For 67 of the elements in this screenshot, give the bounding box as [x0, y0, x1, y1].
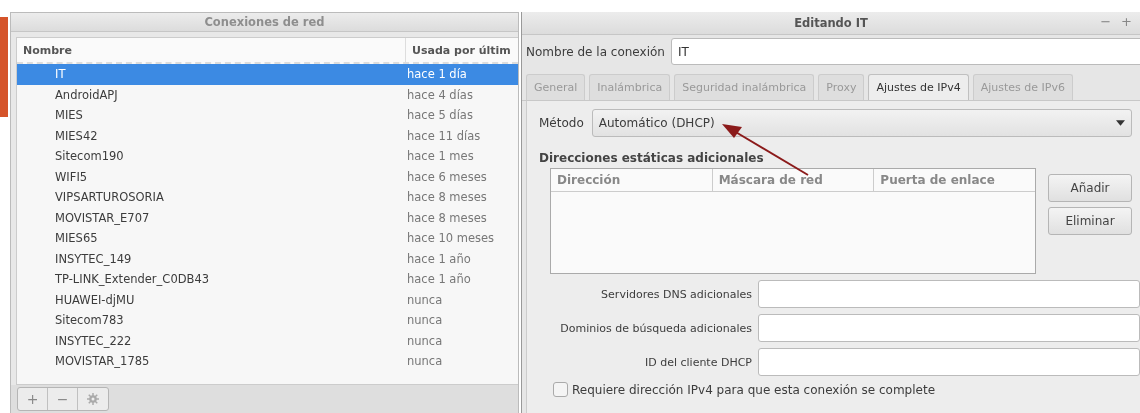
table-cell-text: MIES [54, 108, 84, 123]
input-field[interactable] [758, 314, 1140, 342]
caret-icon [1116, 120, 1125, 126]
table-cell-text: hace 6 meses [406, 169, 487, 184]
dropdown[interactable]: Automático (DHCP) [591, 109, 1132, 137]
field-label: Servidores DNS adicionales [600, 287, 752, 301]
table-cell-text: hace 10 meses [406, 231, 494, 246]
checkbox-label: Requiere dirección IPv4 para que esta conexión se complete [572, 382, 936, 397]
table-cell-text: hace 1 año [406, 272, 471, 287]
remove-button[interactable]: Eliminar [1048, 207, 1132, 235]
table-cell-text: HUAWEI-djMU [54, 292, 136, 307]
input-field[interactable] [758, 280, 1140, 308]
list-row[interactable]: INSYTEC_149 hace 1 año [17, 248, 518, 269]
table-cell-text: hace 8 meses [406, 190, 487, 205]
table-cell-text: WIFI5 [54, 169, 89, 184]
list-row[interactable]: MIES hace 5 días [17, 105, 518, 126]
add-button[interactable]: Añadir [1048, 174, 1132, 202]
input-field[interactable]: IT [670, 38, 1140, 65]
list-row[interactable]: MIES65 hace 10 meses [17, 228, 518, 249]
table-cell-text: hace 8 meses [406, 210, 487, 225]
table-cell-text: IT [54, 67, 67, 82]
list-row[interactable]: HUAWEI-djMU nunca [17, 289, 518, 310]
table-cell-text: hace 4 días [406, 87, 473, 102]
table-cell-text: Sitecom190 [54, 149, 125, 164]
list-row[interactable]: WIFI5 hace 6 meses [17, 166, 518, 187]
table-cell-text: hace 5 días [406, 108, 473, 123]
table-cell-text: MOVISTAR_E707 [54, 210, 151, 225]
list-row[interactable]: TP-LINK_Extender_C0DB43 hace 1 año [17, 269, 518, 290]
table-cell-text: hace 11 días [406, 128, 481, 143]
list-row[interactable]: MOVISTAR_1785 nunca [17, 351, 518, 372]
checkbox[interactable] [553, 382, 568, 397]
table-cell-text: nunca [406, 292, 443, 307]
table-cell-text: INSYTEC_149 [54, 251, 133, 266]
list-row[interactable]: INSYTEC_222 nunca [17, 330, 518, 351]
table-cell-text: MIES65 [54, 231, 99, 246]
table-cell-text: nunca [406, 333, 443, 348]
table-cell-text: hace 1 mes [406, 149, 474, 164]
list-row[interactable]: MOVISTAR_E707 hace 8 meses [17, 207, 518, 228]
window-title: Conexiones de red [204, 15, 325, 29]
section-title: Direcciones estáticas adicionales [539, 151, 765, 165]
input-field[interactable] [758, 348, 1140, 376]
table-cell-text: MOVISTAR_1785 [54, 354, 151, 369]
field-label: ID del cliente DHCP [643, 355, 752, 369]
table-cell-text: AndroidAPJ [54, 87, 119, 102]
column-header[interactable]: Usada por últim [406, 38, 518, 62]
list-row[interactable]: Sitecom190 hace 1 mes [17, 146, 518, 167]
table-cell-text: hace 1 día [406, 67, 467, 82]
table-cell-text: VIPSARTUROSORIA [54, 190, 165, 205]
table-cell-text: nunca [406, 354, 443, 369]
tab[interactable]: Ajustes de IPv4 [868, 74, 969, 100]
field-label: Método [539, 116, 584, 130]
table-cell-text: MIES42 [54, 128, 99, 143]
table-cell-text: Sitecom783 [54, 313, 125, 328]
table-cell-text: hace 1 año [406, 251, 471, 266]
table-cell-text: TP-LINK_Extender_C0DB43 [54, 272, 211, 287]
table-cell-text: nunca [406, 313, 443, 328]
list-row[interactable]: VIPSARTUROSORIA hace 8 meses [17, 187, 518, 208]
field-label: Nombre de la conexión [526, 44, 665, 59]
settings-icon [87, 393, 99, 405]
column-header[interactable]: Nombre [17, 38, 406, 62]
table-cell-text: INSYTEC_222 [54, 333, 133, 348]
list-row[interactable]: MIES42 hace 11 días [17, 125, 518, 146]
field-label: Dominios de búsqueda adicionales [559, 321, 752, 335]
list-row[interactable]: Sitecom783 nunca [17, 310, 518, 331]
list-row[interactable]: IT hace 1 día [17, 64, 518, 85]
window-title: Editando IT [794, 16, 868, 30]
list-row[interactable]: AndroidAPJ hace 4 días [17, 84, 518, 105]
